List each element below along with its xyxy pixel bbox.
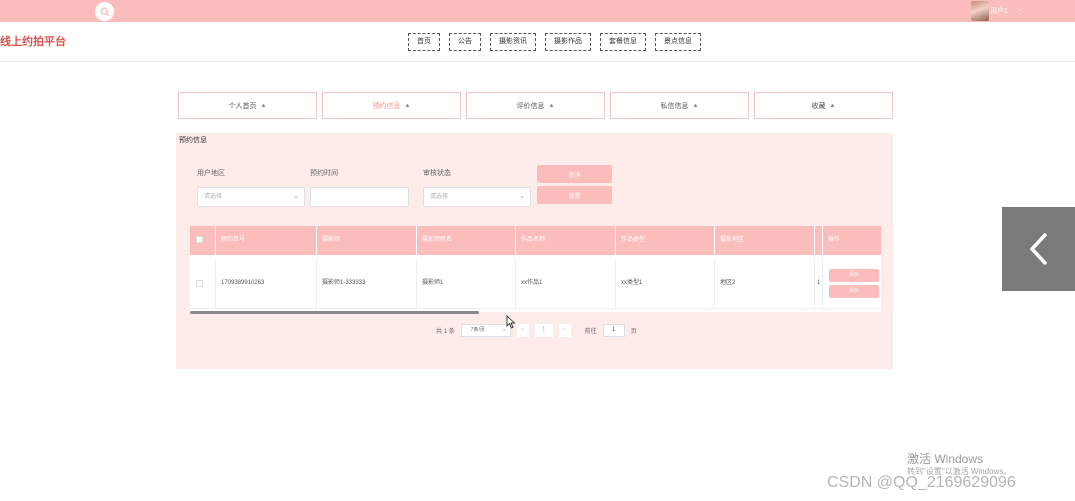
tab-label: 预约信息 xyxy=(372,102,401,110)
tab-label: 个人首页 xyxy=(228,102,257,110)
cell-work-name: xx作品1 xyxy=(516,258,616,309)
chevron-down-icon: ⌄ xyxy=(519,193,525,200)
tab-favorites[interactable]: 收藏 ▲ xyxy=(754,92,893,119)
nav-photo-works[interactable]: 摄影作品 xyxy=(545,33,591,51)
mouse-cursor-icon xyxy=(506,315,516,329)
lock-icon: ▲ xyxy=(548,102,555,109)
tab-label: 私信信息 xyxy=(660,102,689,110)
page-suffix: 页 xyxy=(630,329,637,335)
table-row: 1709389910263 摄影师1-333333 摄影师1 xx作品1 xx类… xyxy=(190,258,881,309)
nav-photo-news[interactable]: 摄影资讯 xyxy=(490,33,536,51)
tab-profile[interactable]: 个人首页 ▲ xyxy=(178,92,317,119)
chevron-left-icon xyxy=(1029,233,1047,265)
search-button[interactable] xyxy=(95,2,114,21)
cell-order-no: 1709389910263 xyxy=(216,258,317,309)
pager-total: 共 1 条 xyxy=(436,329,455,335)
column-header: 作品类型 xyxy=(616,226,715,255)
cell-region: 地区2 xyxy=(715,258,815,309)
page-size-value: 7条/页 xyxy=(470,327,485,333)
query-button[interactable]: 查询 xyxy=(537,165,612,183)
user-name[interactable]: 用户1 xyxy=(990,6,1008,16)
tab-label: 收藏 xyxy=(811,102,826,110)
back-button[interactable] xyxy=(1002,207,1075,291)
page-number-current[interactable]: 1 xyxy=(534,324,553,337)
lock-icon: ▲ xyxy=(692,102,699,109)
chevron-down-icon[interactable]: ⌄ xyxy=(1017,5,1023,13)
chevron-down-icon: ⌄ xyxy=(293,193,299,200)
reservation-panel: 预约信息 用户地区 请选择 ⌄ 预约时间 审核状态 请选择 ⌄ 查询 重置 预约… xyxy=(176,133,893,369)
reset-button[interactable]: 重置 xyxy=(537,186,612,204)
nav-scenic-spots[interactable]: 景点信息 xyxy=(655,33,701,51)
lock-icon: ▲ xyxy=(829,102,836,109)
table-horizontal-scrollbar[interactable] xyxy=(190,311,479,314)
status-placeholder: 请选择 xyxy=(430,194,449,200)
region-select[interactable]: 请选择 ⌄ xyxy=(197,187,305,207)
main-nav: 首页 公告 摄影资讯 摄影作品 套餐信息 景点信息 xyxy=(408,33,701,51)
column-header xyxy=(815,226,823,255)
profile-tabs: 个人首页 ▲ 预约信息 ▲ 评价信息 ▲ 私信信息 ▲ 收藏 ▲ xyxy=(178,92,893,119)
cell-actions: 评价 评价 xyxy=(823,258,881,309)
row-select-cell[interactable] xyxy=(190,258,216,309)
column-header: 预约单号 xyxy=(216,226,317,255)
column-header: 摄影师姓名 xyxy=(417,226,516,255)
row-checkbox[interactable] xyxy=(196,280,203,287)
avatar[interactable] xyxy=(971,1,989,21)
reservation-table: 预约单号 摄影师 摄影师姓名 作品名称 作品类型 摄影地区 操作 1709389… xyxy=(190,226,881,312)
panel-title: 预约信息 xyxy=(179,137,207,144)
region-label: 用户地区 xyxy=(197,170,225,177)
status-label: 审核状态 xyxy=(423,170,451,177)
csdn-watermark: CSDN @QQ_2169629096 xyxy=(827,474,1016,491)
region-placeholder: 请选择 xyxy=(204,194,223,200)
tab-messages[interactable]: 私信信息 ▲ xyxy=(610,92,749,119)
select-all-checkbox[interactable] xyxy=(196,236,203,243)
goto-label: 前往 xyxy=(584,329,597,335)
tab-reviews[interactable]: 评价信息 ▲ xyxy=(466,92,605,119)
nav-announcements[interactable]: 公告 xyxy=(449,33,481,51)
time-input[interactable] xyxy=(310,187,409,207)
search-icon xyxy=(100,7,109,16)
table-header: 预约单号 摄影师 摄影师姓名 作品名称 作品类型 摄影地区 操作 xyxy=(190,226,881,255)
windows-activation-title: 激活 Windows xyxy=(907,452,984,466)
cell-photographer-name: 摄影师1 xyxy=(417,258,516,309)
cell-extra: 1 xyxy=(815,258,823,309)
column-header: 作品名称 xyxy=(516,226,616,255)
lock-icon: ▲ xyxy=(404,102,411,109)
tab-reservations[interactable]: 预约信息 ▲ xyxy=(322,92,461,119)
nav-home[interactable]: 首页 xyxy=(408,33,440,51)
status-select[interactable]: 请选择 ⌄ xyxy=(423,187,531,207)
header: 线上约拍平台 首页 公告 摄影资讯 摄影作品 套餐信息 景点信息 xyxy=(0,22,1075,62)
header-select-all[interactable] xyxy=(190,226,216,255)
tab-label: 评价信息 xyxy=(516,102,545,110)
lock-icon: ▲ xyxy=(260,102,267,109)
column-header: 摄影师 xyxy=(317,226,417,255)
nav-packages[interactable]: 套餐信息 xyxy=(600,33,646,51)
top-bar: 用户1 ⌄ xyxy=(0,0,1075,22)
prev-page-button[interactable]: ‹ xyxy=(516,324,529,337)
cell-photographer: 摄影师1-333333 xyxy=(317,258,417,309)
pagination: 共 1 条 7条/页 ⌄ ‹ 1 › 前往 1 页 xyxy=(436,324,637,337)
cell-work-type: xx类型1 xyxy=(616,258,715,309)
time-label: 预约时间 xyxy=(310,170,338,177)
column-header: 摄影地区 xyxy=(715,226,815,255)
review-button[interactable]: 评价 xyxy=(829,285,879,298)
next-page-button[interactable]: › xyxy=(558,324,571,337)
goto-page-input[interactable]: 1 xyxy=(602,324,625,337)
page-size-select[interactable]: 7条/页 ⌄ xyxy=(460,324,511,337)
brand-title: 线上约拍平台 xyxy=(0,36,66,48)
